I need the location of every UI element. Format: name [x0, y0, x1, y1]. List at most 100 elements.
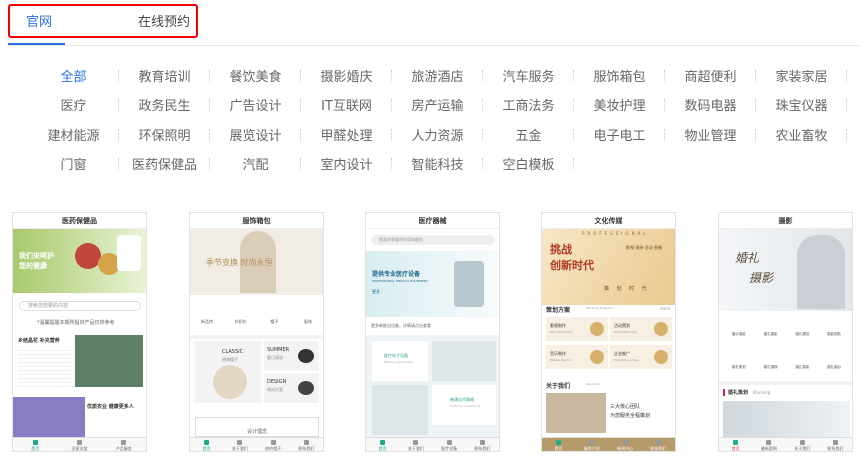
tile-sub: Ordinary equipment: [450, 404, 481, 408]
nav-item[interactable]: 服务介绍: [575, 438, 608, 451]
hero-text: PROFESSIONAL: [582, 231, 649, 236]
category-item[interactable]: 数码电器: [665, 95, 756, 115]
category-item[interactable]: 美妆护理: [574, 95, 665, 115]
nav-item[interactable]: 产品服务: [102, 438, 146, 451]
category-item[interactable]: 商超便利: [665, 66, 756, 86]
product-tile[interactable]: DESIGN 休闲方案: [264, 373, 319, 403]
template-card-medical[interactable]: 医疗器械 搜索你需要的内容和服务 提供专业医疗设备 PROFESSIONAL M…: [365, 212, 500, 452]
service-item[interactable]: 婚礼摄影: [755, 317, 787, 344]
tab-official[interactable]: 官网: [26, 11, 52, 30]
nav-item[interactable]: 你的帽子: [257, 438, 290, 451]
category-item[interactable]: 珠宝仪器: [756, 95, 847, 115]
category-item[interactable]: 广告设计: [210, 95, 301, 115]
nav-item[interactable]: 联系我们: [819, 438, 852, 451]
hero-text: 我们来呵护: [19, 252, 54, 260]
category-item[interactable]: IT互联网: [301, 95, 392, 115]
nav-item[interactable]: 联系我们: [642, 438, 675, 451]
hero-text: 创新时代: [550, 259, 594, 272]
nav-item[interactable]: 关于我们: [223, 438, 256, 451]
product-tile[interactable]: SUMMER 夏日清凉: [264, 341, 319, 371]
category-item[interactable]: 餐饮美食: [210, 66, 301, 86]
template-card-pharma[interactable]: 医药保健品 我们来呵护 您的健康 搜索您想要的内容 *温馨提醒本期所提供产品仅供…: [12, 212, 147, 452]
product-tile[interactable]: 医疗电子设备 Medical equipment: [372, 341, 428, 381]
lavender-image: [13, 397, 85, 441]
hero-text: 策 划 时 代: [604, 286, 650, 292]
nav-item[interactable]: 全家关爱: [57, 438, 101, 451]
tile-label: 影视制作: [550, 323, 566, 328]
hero-text: 摄影: [749, 271, 774, 285]
category-item[interactable]: 家装家居: [756, 66, 847, 86]
section-heading: 关于我们: [546, 383, 571, 390]
category-icon[interactable]: 帽子: [258, 301, 292, 329]
category-item[interactable]: 农业畜牧: [756, 125, 847, 145]
section-heading: 乡结晶花 补充营养: [18, 338, 60, 344]
service-tile[interactable]: 活动策划 Event Planning: [610, 317, 672, 341]
category-item[interactable]: 物业管理: [665, 125, 756, 145]
more-link[interactable]: more: [660, 306, 670, 311]
category-icon[interactable]: 配饰: [291, 301, 323, 329]
service-item[interactable]: 婚礼摄影: [787, 350, 819, 377]
category-item[interactable]: 旅游酒店: [392, 66, 483, 86]
category-item[interactable]: 建材能源: [28, 125, 119, 145]
category-all[interactable]: 全部: [28, 66, 119, 86]
service-item[interactable]: 婚纱摄影: [723, 317, 755, 344]
divider: [719, 381, 852, 385]
category-icon[interactable]: 新品特: [190, 301, 224, 329]
service-item[interactable]: 婚礼摄像: [755, 350, 787, 377]
template-card-media[interactable]: 文化传媒 PROFESSIONAL 挑战 创新时代 影视·演绎·活动·直播 策 …: [541, 212, 676, 452]
category-item[interactable]: 室内设计: [301, 154, 392, 174]
nav-item[interactable]: 关于我们: [399, 438, 432, 451]
nav-item[interactable]: 最新案例: [752, 438, 785, 451]
bottom-nav: 首页 服务介绍 新闻中心 联系我们: [542, 437, 675, 451]
product-tile[interactable]: CLASSIC 经典帽子: [195, 341, 261, 403]
template-card-fashion[interactable]: 服饰箱包 季节变换 时尚永恒 新品特 针织衫 帽子 配饰 CLASSIC 经典帽…: [189, 212, 324, 452]
category-item[interactable]: 教育培训: [119, 66, 210, 86]
category-item[interactable]: 人力资源: [392, 125, 483, 145]
service-item[interactable]: 婚礼跟拍: [787, 317, 819, 344]
search-input[interactable]: 搜索您想要的内容: [19, 301, 141, 311]
category-row: 门窗 医药保健品 汽配 室内设计 智能科技 空白模板: [28, 154, 574, 174]
category-icon[interactable]: 针织衫: [224, 301, 258, 329]
product-tile[interactable]: 普通诊疗器械 Ordinary equipment: [432, 385, 496, 425]
nav-home[interactable]: 首页: [366, 438, 399, 451]
nav-item[interactable]: 新闻中心: [609, 438, 642, 451]
tab-booking[interactable]: 在线预约: [138, 11, 190, 30]
service-item[interactable]: 婚礼策划: [723, 350, 755, 377]
text-lines: [18, 347, 73, 387]
category-item[interactable]: 空白模板: [483, 154, 574, 174]
nav-item[interactable]: 关于我们: [786, 438, 819, 451]
nav-item[interactable]: 医疗设备: [433, 438, 466, 451]
nav-item[interactable]: 联系我们: [466, 438, 499, 451]
service-tile[interactable]: 影视制作 Film Production: [546, 317, 608, 341]
service-item[interactable]: 婚礼婚纱: [818, 350, 850, 377]
nav-home[interactable]: 首页: [13, 438, 57, 451]
category-item[interactable]: 门窗: [28, 154, 119, 174]
template-card-photo[interactable]: 摄影 婚礼 摄影 婚纱摄影 婚礼摄影 婚礼跟拍 摄影团队 婚礼策划 婚礼摄像 婚…: [718, 212, 853, 452]
hero-text: 提供专业医疗设备: [372, 271, 421, 278]
nav-home[interactable]: 首页: [719, 438, 752, 451]
category-item[interactable]: 房产运输: [392, 95, 483, 115]
bottle-image: [117, 235, 141, 271]
tile-sub: 休闲方案: [267, 387, 283, 392]
category-item[interactable]: 医药保健品: [119, 154, 210, 174]
category-item[interactable]: 汽车服务: [483, 66, 574, 86]
category-item[interactable]: 汽配: [210, 154, 301, 174]
nav-item[interactable]: 联系我们: [290, 438, 323, 451]
search-input[interactable]: 搜索你需要的内容和服务: [371, 235, 495, 245]
category-item[interactable]: 电子电工: [574, 125, 665, 145]
category-item[interactable]: 工商法务: [483, 95, 574, 115]
category-item[interactable]: 医疗: [28, 95, 119, 115]
category-item[interactable]: 摄影婚庆: [301, 66, 392, 86]
service-item[interactable]: 摄影团队: [818, 317, 850, 344]
category-item[interactable]: 展览设计: [210, 125, 301, 145]
nav-home[interactable]: 首页: [542, 438, 575, 451]
category-item[interactable]: 服饰箱包: [574, 66, 665, 86]
category-item[interactable]: 环保照明: [119, 125, 210, 145]
service-tile[interactable]: 音乐制作 Master Record: [546, 345, 608, 369]
service-tile[interactable]: 企业推广 Enterprise Video: [610, 345, 672, 369]
category-item[interactable]: 五金: [483, 125, 574, 145]
category-item[interactable]: 政务民生: [119, 95, 210, 115]
category-item[interactable]: 智能科技: [392, 154, 483, 174]
nav-home[interactable]: 首页: [190, 438, 223, 451]
category-item[interactable]: 甲醛处理: [301, 125, 392, 145]
